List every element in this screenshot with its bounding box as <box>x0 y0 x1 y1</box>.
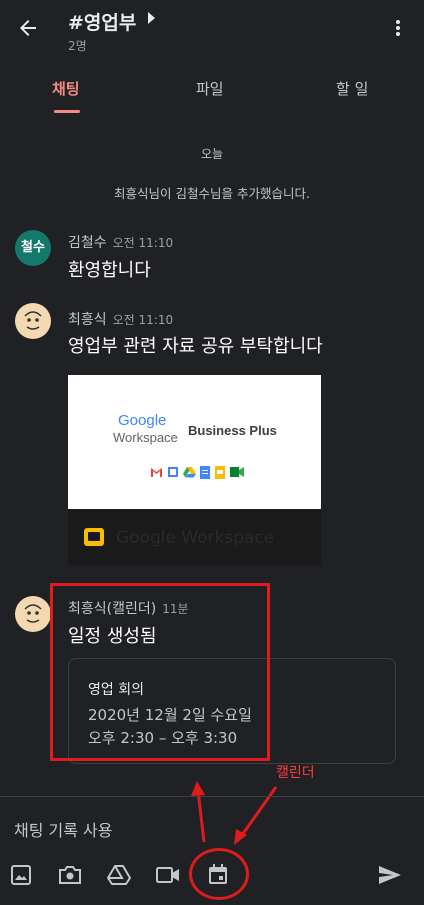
drive-icon[interactable] <box>106 862 132 888</box>
message-input[interactable]: 채팅 기록 사용 <box>14 817 113 841</box>
slides-app-icon <box>215 466 227 480</box>
attachment-preview[interactable] <box>68 375 321 509</box>
member-count: 2명 <box>68 39 87 53</box>
tab-bar: 채팅 파일 할 일 <box>0 60 424 120</box>
workspace-label: Workspace <box>113 430 178 445</box>
message-sender: 최흥식 오전 11:10 <box>68 309 173 329</box>
date-separator: 오늘 <box>200 147 224 161</box>
tab-chat[interactable]: 채팅 <box>52 78 80 99</box>
sender-name: 최흥식 <box>68 312 107 328</box>
send-icon[interactable] <box>377 862 403 888</box>
message-text: 영업부 관련 자료 공유 부탁합니다 <box>68 336 323 357</box>
camera-icon[interactable] <box>57 862 83 888</box>
highlight-circle <box>189 848 249 900</box>
video-icon[interactable] <box>155 862 181 888</box>
more-options-icon[interactable] <box>390 16 406 40</box>
attachment-file-name: Google Workspace <box>116 528 275 548</box>
app-header: #영업부 2명 <box>0 0 424 60</box>
annotation-label: 캘린더 <box>276 765 315 781</box>
drive-app-icon <box>183 466 196 480</box>
gmail-icon <box>150 466 162 480</box>
avatar[interactable] <box>15 596 51 632</box>
active-tab-indicator <box>54 110 80 113</box>
composer-divider <box>0 796 424 797</box>
plan-label: Business Plus <box>188 423 277 438</box>
room-title[interactable]: #영업부 <box>68 8 136 35</box>
docs-app-icon <box>200 466 212 480</box>
highlight-box <box>50 583 270 761</box>
back-arrow-icon[interactable] <box>16 16 40 40</box>
google-wordmark: Google <box>118 412 167 429</box>
avatar[interactable]: 철수 <box>15 230 51 266</box>
message-time: 오전 11:10 <box>112 313 174 327</box>
attachment-footer[interactable]: Google Workspace <box>68 509 321 565</box>
message-text: 환영합니다 <box>68 260 151 281</box>
slides-file-icon <box>84 528 104 546</box>
tab-files[interactable]: 파일 <box>196 78 224 99</box>
image-icon[interactable] <box>8 862 34 888</box>
calendar-app-icon <box>167 466 179 480</box>
caret-right-icon[interactable] <box>148 12 155 24</box>
message-sender: 김철수 오전 11:10 <box>68 232 173 252</box>
google-logo-text: Google <box>118 412 166 429</box>
message-time: 오전 11:10 <box>112 236 174 250</box>
avatar[interactable] <box>15 303 51 339</box>
tab-tasks[interactable]: 할 일 <box>336 78 368 99</box>
sender-name: 김철수 <box>68 235 107 251</box>
meet-app-icon <box>230 466 244 480</box>
system-message: 최흥식님이 김철수님을 추가했습니다. <box>114 186 310 201</box>
